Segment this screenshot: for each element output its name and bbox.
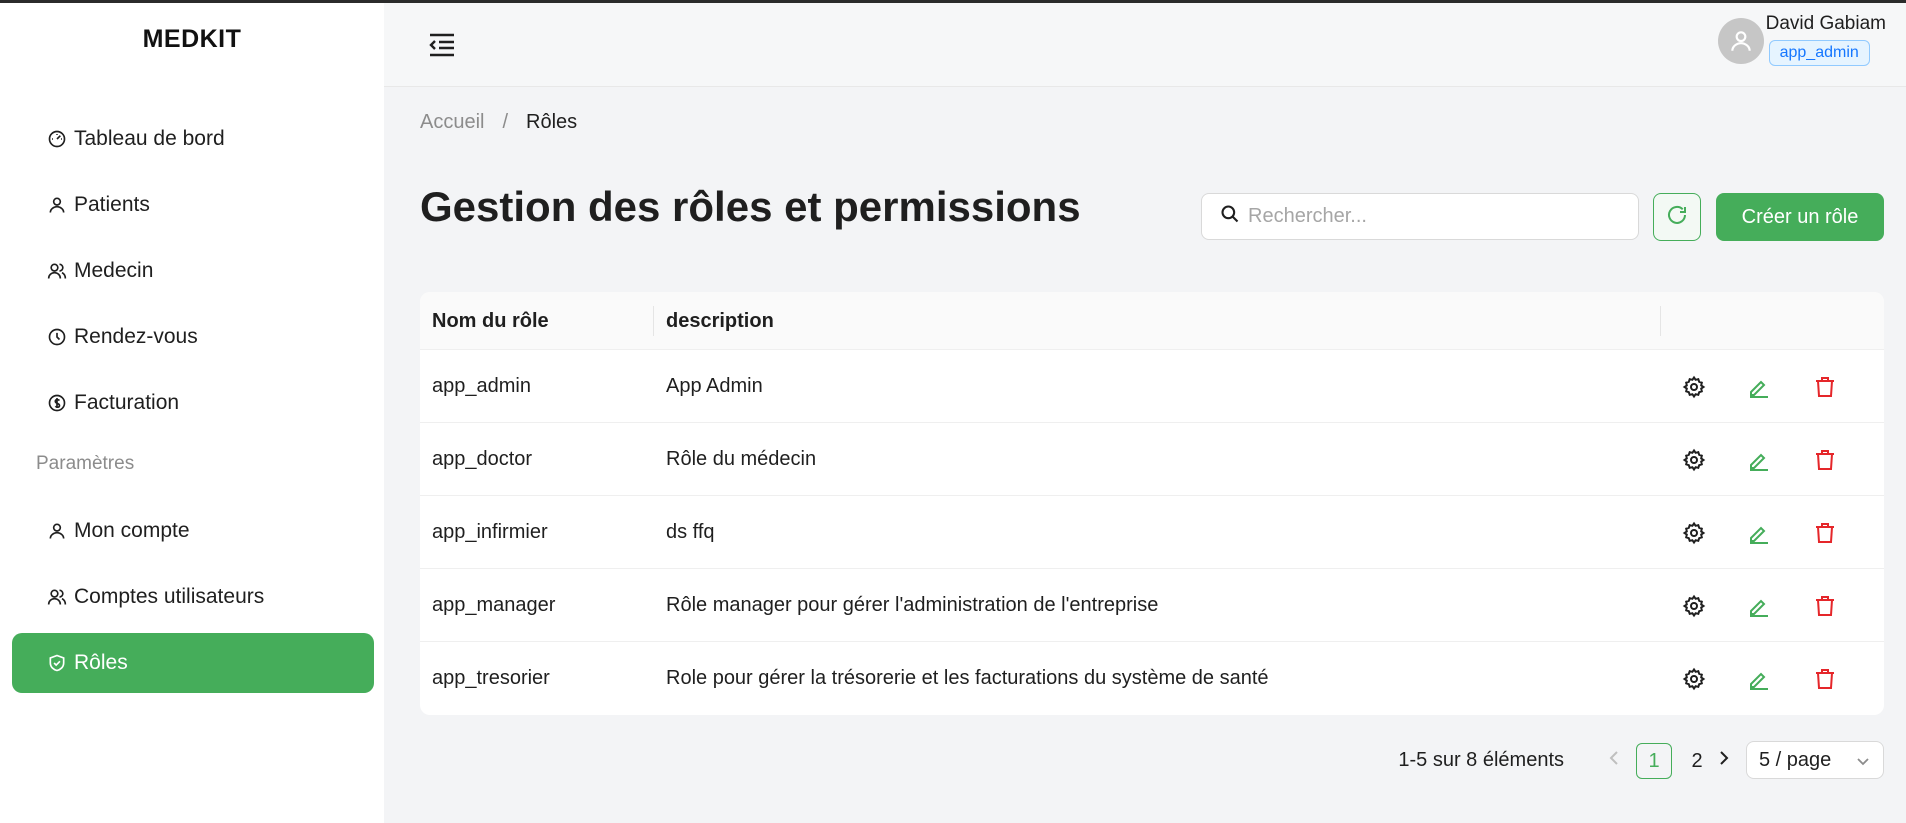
settings-gear-icon[interactable] (1681, 666, 1707, 692)
sidebar-item-facturation[interactable]: Facturation (12, 373, 374, 433)
chevron-right-icon[interactable] (1718, 749, 1730, 773)
sidebar-item-medecin[interactable]: Medecin (12, 241, 374, 301)
chevron-left-icon[interactable] (1608, 749, 1620, 773)
role-name-cell: app_tresorier (432, 667, 550, 689)
breadcrumb-separator: / (502, 111, 509, 133)
page-title: Gestion des rôles et permissions (420, 183, 1081, 230)
settings-gear-icon[interactable] (1681, 593, 1707, 619)
sidebar-item-label: Facturation (74, 391, 180, 414)
role-badge: app_admin (1768, 40, 1870, 66)
refresh-button[interactable] (1653, 193, 1701, 241)
breadcrumb-home[interactable]: Accueil (420, 111, 484, 134)
sidebar-item-label: Medecin (74, 259, 154, 282)
shield-icon (46, 652, 68, 674)
table-row: app_doctor Rôle du médecin (420, 423, 1884, 496)
sidebar: MEDKIT Tableau de bord Patients Medecin … (0, 3, 384, 823)
edit-icon[interactable] (1746, 666, 1772, 692)
search-icon (1220, 204, 1240, 229)
search-input[interactable] (1248, 205, 1628, 228)
brand-logo: MEDKIT (142, 25, 242, 53)
menu-fold-icon[interactable] (426, 29, 458, 61)
edit-icon[interactable] (1746, 374, 1772, 400)
table-row: app_admin App Admin (420, 350, 1884, 423)
user-icon (46, 194, 68, 216)
delete-icon[interactable] (1812, 666, 1838, 692)
column-header-description[interactable]: description (666, 292, 774, 350)
table-header: Nom du rôle description (420, 292, 1884, 350)
settings-gear-icon[interactable] (1681, 447, 1707, 473)
user-icon (46, 520, 68, 542)
sidebar-item-label: Tableau de bord (74, 127, 225, 150)
dashboard-icon (46, 128, 68, 150)
table-row: app_tresorier Role pour gérer la trésorer… (420, 642, 1884, 715)
role-description-cell: ds ffq (666, 521, 715, 543)
page-1-button[interactable]: 1 (1636, 743, 1672, 779)
user-menu[interactable]: David Gabiam app_admin (1717, 13, 1886, 66)
top-bar: David Gabiam app_admin (384, 3, 1906, 87)
sidebar-item-patients[interactable]: Patients (12, 175, 374, 235)
page-size-select[interactable]: 5 / page (1746, 741, 1884, 779)
sidebar-item-label: Patients (74, 193, 150, 216)
sidebar-item-label: Comptes utilisateurs (74, 585, 265, 608)
edit-icon[interactable] (1746, 593, 1772, 619)
users-icon (46, 260, 68, 282)
role-name-cell: app_admin (432, 375, 531, 397)
sidebar-group-label: Paramètres (36, 453, 135, 474)
delete-icon[interactable] (1812, 447, 1838, 473)
sidebar-item-label: Mon compte (74, 519, 190, 542)
role-description-cell: Role pour gérer la trésorerie et les fac… (666, 667, 1269, 689)
sidebar-item-roles[interactable]: Rôles (12, 633, 374, 693)
column-header-name[interactable]: Nom du rôle (432, 292, 549, 350)
edit-icon[interactable] (1746, 520, 1772, 546)
role-name-cell: app_manager (432, 594, 556, 616)
column-divider (1660, 306, 1661, 336)
users-icon (46, 586, 68, 608)
page-size-value: 5 / page (1759, 748, 1832, 771)
role-name-cell: app_infirmier (432, 521, 548, 543)
column-divider (653, 306, 654, 336)
sidebar-item-label: Rôles (74, 651, 128, 674)
edit-icon[interactable] (1746, 447, 1772, 473)
sidebar-item-rendez-vous[interactable]: Rendez-vous (12, 307, 374, 367)
breadcrumb: Accueil / Rôles (420, 111, 577, 134)
search-box[interactable] (1201, 193, 1639, 240)
table-row: app_infirmier ds ffq (420, 496, 1884, 569)
role-name-cell: app_doctor (432, 448, 533, 470)
sidebar-item-label: Rendez-vous (74, 325, 198, 348)
settings-gear-icon[interactable] (1681, 520, 1707, 546)
chevron-down-icon (1855, 752, 1871, 775)
delete-icon[interactable] (1812, 593, 1838, 619)
refresh-icon (1665, 203, 1689, 232)
roles-table: Nom du rôle description app_admin App Adm… (420, 292, 1884, 715)
avatar[interactable] (1717, 18, 1764, 64)
delete-icon[interactable] (1812, 374, 1838, 400)
role-description-cell: Rôle du médecin (666, 448, 817, 470)
breadcrumb-current: Rôles (526, 111, 578, 133)
sidebar-item-comptes-utilisateurs[interactable]: Comptes utilisateurs (12, 567, 374, 627)
create-role-button[interactable]: Créer un rôle (1716, 193, 1884, 241)
sidebar-item-dashboard[interactable]: Tableau de bord (12, 109, 374, 169)
settings-gear-icon[interactable] (1681, 374, 1707, 400)
pagination-total: 1-5 sur 8 éléments (1398, 749, 1564, 771)
role-description-cell: App Admin (666, 375, 763, 397)
dollar-icon (46, 392, 68, 414)
sidebar-item-mon-compte[interactable]: Mon compte (12, 501, 374, 561)
role-description-cell: Rôle manager pour gérer l'administration… (666, 594, 1159, 616)
user-name: David Gabiam (1765, 13, 1886, 34)
delete-icon[interactable] (1812, 520, 1838, 546)
pagination: 1-5 sur 8 éléments 1 2 5 / page (0, 741, 1884, 779)
clock-icon (46, 326, 68, 348)
table-row: app_manager Rôle manager pour gérer l'adm… (420, 569, 1884, 642)
page-2-button[interactable]: 2 (1682, 743, 1712, 779)
